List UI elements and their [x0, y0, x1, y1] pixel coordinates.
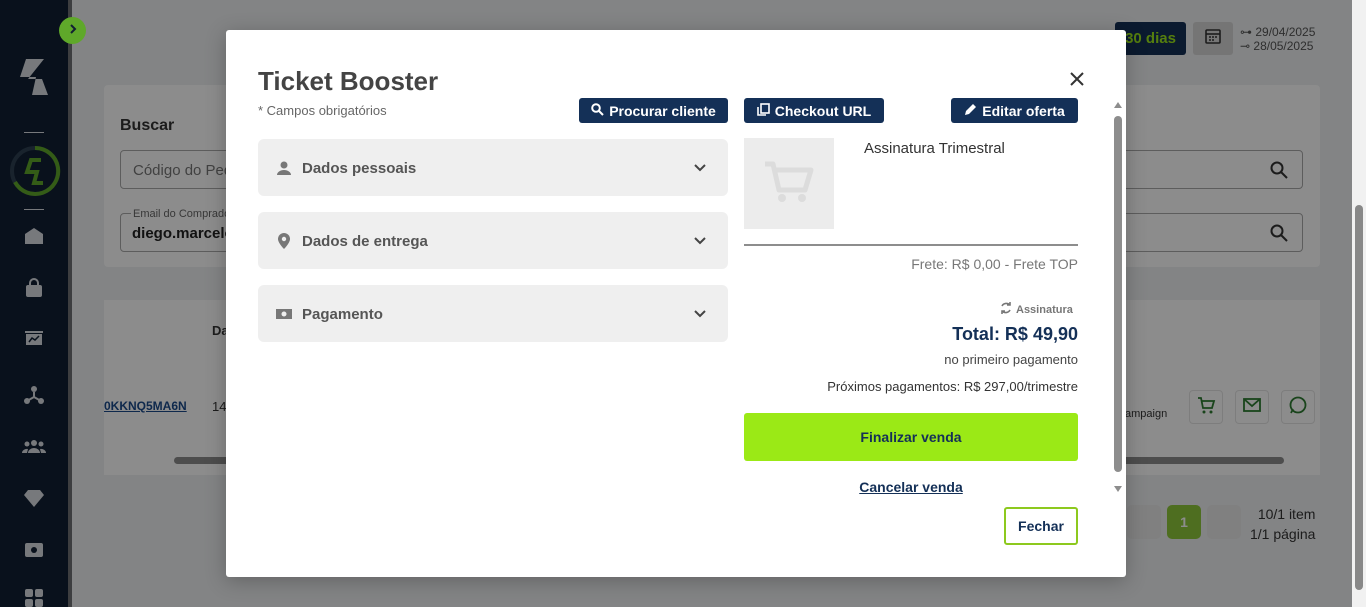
- location-pin-icon: [275, 232, 293, 250]
- find-customer-button[interactable]: Procurar cliente: [579, 98, 728, 123]
- close-icon[interactable]: [1066, 68, 1088, 90]
- product-image: [744, 138, 834, 229]
- section-delivery-data[interactable]: Dados de entrega: [258, 212, 728, 269]
- scroll-down-arrow[interactable]: [1114, 486, 1122, 492]
- refresh-icon: [999, 301, 1013, 318]
- product-divider: [744, 244, 1078, 246]
- chevron-down-icon: [692, 233, 708, 249]
- pencil-icon: [964, 103, 977, 119]
- shipping-info: Frete: R$ 0,00 - Frete TOP: [911, 256, 1078, 272]
- chevron-down-icon: [692, 306, 708, 322]
- scroll-up-arrow[interactable]: [1114, 102, 1122, 108]
- cancel-sale-link[interactable]: Cancelar venda: [744, 479, 1078, 495]
- ticket-booster-modal: Ticket Booster * Campos obrigatórios Pro…: [226, 30, 1126, 577]
- modal-title: Ticket Booster: [258, 66, 439, 96]
- product-name: Assinatura Trimestral: [864, 140, 1005, 157]
- modal-vertical-scrollbar[interactable]: [1112, 102, 1124, 494]
- page-scroll-thumb[interactable]: [1355, 205, 1363, 590]
- find-customer-label: Procurar cliente: [609, 102, 716, 119]
- cash-icon: [275, 305, 293, 323]
- section-label: Dados de entrega: [302, 233, 428, 250]
- copy-icon: [756, 102, 770, 119]
- next-payments-note: Próximos pagamentos: R$ 297,00/trimestre: [827, 379, 1078, 394]
- cart-icon: [763, 158, 815, 209]
- section-personal-data[interactable]: Dados pessoais: [258, 139, 728, 196]
- modal-scroll-thumb[interactable]: [1114, 116, 1122, 472]
- search-icon: [591, 102, 604, 119]
- edit-offer-button[interactable]: Editar oferta: [951, 98, 1078, 123]
- section-payment[interactable]: Pagamento: [258, 285, 728, 342]
- page-vertical-scrollbar[interactable]: [1352, 0, 1366, 607]
- chevron-down-icon: [692, 160, 708, 176]
- checkout-url-label: Checkout URL: [774, 102, 872, 119]
- checkout-url-button[interactable]: Checkout URL: [744, 98, 884, 123]
- section-label: Dados pessoais: [302, 160, 417, 177]
- sidebar-toggle-button[interactable]: [59, 17, 86, 44]
- required-fields-note: * Campos obrigatórios: [258, 103, 387, 118]
- section-label: Pagamento: [302, 306, 383, 323]
- edit-offer-label: Editar oferta: [982, 102, 1065, 119]
- subscription-tag: Assinatura: [999, 301, 1073, 318]
- total-amount: Total: R$ 49,90: [952, 324, 1078, 344]
- first-payment-note: no primeiro pagamento: [944, 352, 1078, 367]
- subscription-label: Assinatura: [1016, 303, 1073, 316]
- close-button[interactable]: Fechar: [1004, 507, 1078, 545]
- person-icon: [275, 159, 293, 177]
- chevron-right-icon: [67, 22, 79, 40]
- finalize-sale-button[interactable]: Finalizar venda: [744, 413, 1078, 461]
